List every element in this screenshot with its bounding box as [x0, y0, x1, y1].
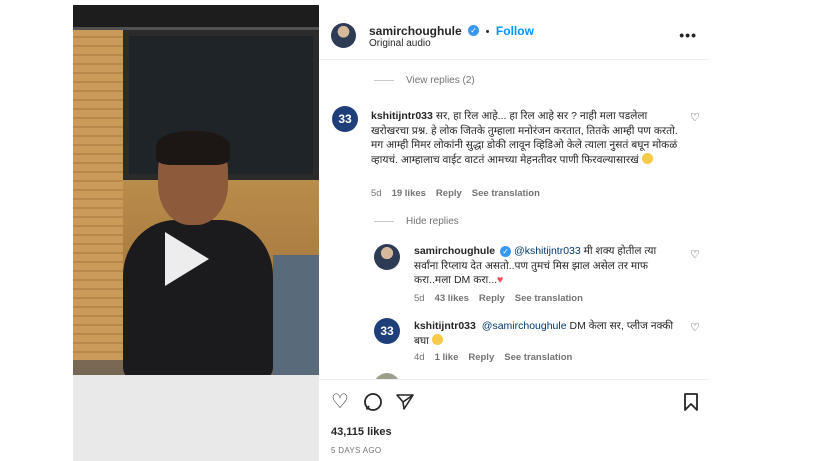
hide-replies-label: Hide replies	[406, 216, 459, 227]
avatar-number: 33	[380, 324, 394, 338]
reply-button[interactable]: Reply	[468, 352, 494, 363]
reply-mention-link[interactable]: @kshitijntr033	[514, 245, 581, 257]
reply-button[interactable]: Reply	[479, 293, 505, 304]
comment-body: kshitijntr033 सर, हा रिल आहे... हा रिल आह…	[371, 109, 681, 167]
share-icon[interactable]	[395, 392, 415, 416]
reply-likes[interactable]: 1 like	[435, 352, 459, 363]
video-top-strip	[73, 5, 319, 27]
like-heart-icon[interactable]: ♡	[331, 392, 349, 412]
post-side-panel: samirchoughule ✓ • Follow Original audio…	[319, 5, 708, 461]
comment-age: 5d	[371, 188, 382, 199]
dot-separator: •	[485, 26, 490, 38]
like-comment-heart-icon[interactable]: ♡	[690, 248, 700, 261]
reply-line-divider	[374, 221, 394, 222]
video-person-pants	[73, 375, 319, 461]
verified-badge-icon: ✓	[500, 245, 512, 257]
audio-label[interactable]: Original audio	[369, 38, 431, 49]
video-background-tiles	[73, 30, 123, 360]
follow-button[interactable]: Follow	[496, 24, 534, 38]
avatar[interactable]	[374, 244, 400, 270]
reply-username[interactable]: samirchoughule	[414, 245, 495, 257]
see-translation-button[interactable]: See translation	[504, 352, 572, 363]
bookmark-icon[interactable]	[683, 392, 699, 416]
comment-username[interactable]: kshitijntr033	[371, 110, 433, 122]
like-comment-heart-icon[interactable]: ♡	[690, 111, 700, 124]
reply-age: 4d	[414, 352, 425, 363]
avatar-number: 33	[338, 112, 352, 126]
view-replies-label: View replies (2)	[406, 75, 475, 86]
reply-age: 5d	[414, 293, 425, 304]
reply-body: kshitijntr033 @samirchoughule DM केला सर…	[414, 319, 679, 348]
reply-body: samirchoughule ✓ @kshitijntr033 मी शक्य ह…	[414, 244, 679, 288]
avatar[interactable]: 33	[332, 106, 358, 132]
verified-badge-icon: ✓	[468, 25, 480, 37]
reply-meta: 4d 1 like Reply See translation	[414, 352, 572, 363]
reply-button[interactable]: Reply	[436, 188, 462, 199]
view-replies-toggle[interactable]: View replies (2)	[374, 75, 475, 86]
like-comment-heart-icon[interactable]: ♡	[690, 321, 700, 334]
reply-meta: 5d 43 likes Reply See translation	[414, 293, 583, 304]
play-icon[interactable]	[165, 232, 209, 286]
disappointed-face-icon	[641, 152, 653, 164]
video-person-hair	[156, 131, 230, 165]
post-actions-bar: ♡ 43,115 likes 5 DAYS AGO	[319, 379, 708, 461]
post-date: 5 DAYS AGO	[331, 446, 382, 455]
comments-list[interactable]: View replies (2) 33 kshitijntr033 सर, हा …	[319, 61, 708, 379]
reply-line-divider	[374, 80, 394, 81]
comment-meta: 5d 19 likes Reply See translation	[371, 188, 540, 199]
reply-username[interactable]: kshitijntr033	[414, 320, 476, 332]
avatar[interactable]	[331, 23, 356, 48]
see-translation-button[interactable]: See translation	[515, 293, 583, 304]
see-translation-button[interactable]: See translation	[472, 188, 540, 199]
post-likes-count[interactable]: 43,115 likes	[331, 426, 392, 438]
smiling-face-icon	[431, 333, 443, 345]
more-options-icon[interactable]: •••	[679, 27, 697, 43]
post-header: samirchoughule ✓ • Follow Original audio…	[319, 5, 708, 60]
reply-likes[interactable]: 43 likes	[435, 293, 469, 304]
reply-mention-link[interactable]: @samirchoughule	[482, 320, 567, 332]
comment-likes[interactable]: 19 likes	[392, 188, 426, 199]
avatar[interactable]: 33	[374, 318, 400, 344]
hide-replies-toggle[interactable]: Hide replies	[374, 216, 459, 227]
comment-icon[interactable]	[363, 392, 383, 416]
post-author-username[interactable]: samirchoughule	[369, 24, 462, 38]
red-heart-icon: ♥	[497, 274, 504, 286]
